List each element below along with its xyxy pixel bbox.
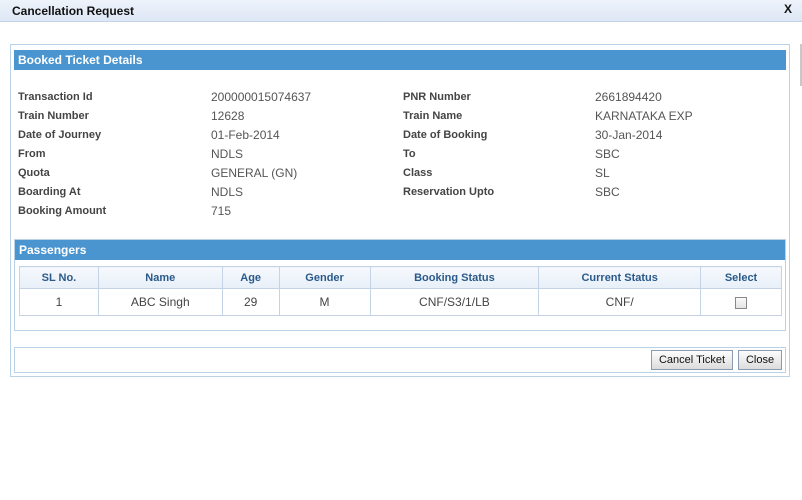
date-of-journey-value: 01-Feb-2014 — [211, 128, 280, 142]
date-of-journey-label: Date of Journey — [18, 129, 102, 141]
cell-name: ABC Singh — [97, 288, 223, 316]
from-value: NDLS — [211, 147, 244, 161]
dialog-titlebar: Cancellation Request X — [0, 0, 802, 22]
reservation-upto-value: SBC — [595, 185, 620, 199]
transaction-id-label: Transaction Id — [18, 91, 93, 103]
column-header-gender: Gender — [278, 266, 371, 289]
select-passenger-checkbox[interactable] — [735, 296, 748, 309]
detail-row: Date of Journey 01-Feb-2014 Date of Book… — [15, 127, 785, 146]
cell-booking-status: CNF/S3/1/LB — [369, 288, 540, 316]
reservation-upto-label: Reservation Upto — [403, 186, 495, 198]
to-label: To — [403, 148, 416, 160]
cell-select — [700, 288, 782, 316]
from-label: From — [18, 148, 46, 160]
cell-gender: M — [278, 288, 371, 316]
cell-age: 29 — [221, 288, 280, 316]
quota-value: GENERAL (GN) — [211, 166, 298, 180]
booking-amount-label: Booking Amount — [18, 205, 107, 217]
column-header-name: Name — [97, 266, 223, 289]
train-number-label: Train Number — [18, 110, 89, 122]
passengers-table: SL No. Name Age Gender Booking Status Cu… — [19, 266, 782, 316]
detail-row: Transaction Id 200000015074637 PNR Numbe… — [15, 89, 785, 108]
cell-current-status: CNF/ — [538, 288, 702, 316]
class-label: Class — [403, 167, 433, 179]
detail-row: Quota GENERAL (GN) Class SL — [15, 165, 785, 184]
passengers-section: Passengers SL No. Name Age Gender Bookin… — [14, 239, 786, 331]
passengers-header: Passengers — [15, 240, 785, 260]
booking-amount-value: 715 — [211, 204, 232, 218]
train-name-label: Train Name — [403, 110, 463, 122]
close-button[interactable]: Close — [738, 350, 782, 370]
booked-ticket-section: Booked Ticket Details — [14, 50, 786, 70]
transaction-id-value: 200000015074637 — [211, 90, 312, 104]
detail-row: Boarding At NDLS Reservation Upto SBC — [15, 184, 785, 203]
quota-label: Quota — [18, 167, 50, 179]
detail-row: Train Number 12628 Train Name KARNATAKA … — [15, 108, 785, 127]
column-header-sl-no: SL No. — [19, 266, 99, 289]
pnr-number-label: PNR Number — [403, 91, 471, 103]
date-of-booking-label: Date of Booking — [403, 129, 488, 141]
column-header-age: Age — [221, 266, 280, 289]
train-number-value: 12628 — [211, 109, 245, 123]
dialog-title: Cancellation Request — [12, 4, 135, 18]
detail-row: Booking Amount 715 — [15, 203, 785, 222]
boarding-at-label: Boarding At — [18, 186, 81, 198]
to-value: SBC — [595, 147, 620, 161]
boarding-at-value: NDLS — [211, 185, 244, 199]
class-value: SL — [595, 166, 610, 180]
column-header-current-status: Current Status — [538, 266, 702, 289]
column-header-booking-status: Booking Status — [369, 266, 540, 289]
dialog-footer: Cancel Ticket Close — [14, 347, 786, 373]
cell-sl-no: 1 — [19, 288, 99, 316]
ticket-details: Transaction Id 200000015074637 PNR Numbe… — [15, 89, 785, 222]
detail-row: From NDLS To SBC — [15, 146, 785, 165]
booked-ticket-header: Booked Ticket Details — [14, 50, 786, 70]
train-name-value: KARNATAKA EXP — [595, 109, 693, 123]
table-row: 1 ABC Singh 29 M CNF/S3/1/LB CNF/ — [19, 288, 782, 316]
date-of-booking-value: 30-Jan-2014 — [595, 128, 663, 142]
pnr-number-value: 2661894420 — [595, 90, 662, 104]
column-header-select: Select — [700, 266, 782, 289]
dialog-body: Booked Ticket Details Transaction Id 200… — [10, 44, 790, 377]
table-header-row: SL No. Name Age Gender Booking Status Cu… — [19, 266, 782, 289]
close-icon[interactable]: X — [784, 2, 792, 16]
cancel-ticket-button[interactable]: Cancel Ticket — [651, 350, 733, 370]
